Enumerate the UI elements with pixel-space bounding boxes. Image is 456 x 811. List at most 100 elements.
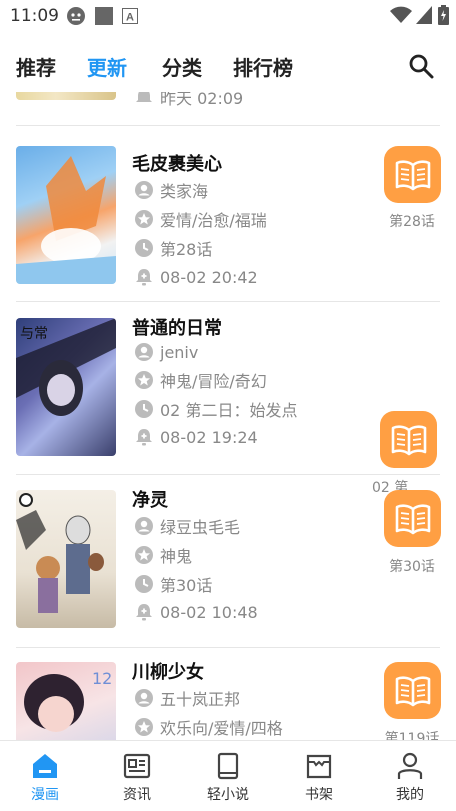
svg-text:与常: 与常	[20, 326, 48, 342]
shelf-icon	[306, 754, 332, 779]
genre-tags: 爱情/治愈/福瑞	[160, 211, 267, 230]
nav-label: 资讯	[123, 787, 151, 803]
cover-image-partial	[16, 92, 116, 100]
list-item[interactable]: 与常 普通的日常 jeniv 神鬼/冒险/奇幻 02 第二日：始发点 08-02…	[0, 300, 456, 496]
book-icon	[217, 752, 239, 780]
bell-icon	[136, 92, 152, 102]
person-icon	[135, 343, 153, 361]
user-icon	[397, 752, 423, 779]
square-notification-icon	[95, 7, 113, 25]
star-icon	[135, 210, 153, 228]
tab-rankings[interactable]: 排行榜	[233, 52, 293, 81]
list-item-partial[interactable]: 昨天 02:09	[0, 92, 456, 112]
read-button[interactable]	[380, 411, 437, 468]
nav-bookshelf[interactable]: 书架	[281, 741, 357, 811]
genre-tags: 神鬼/冒险/奇幻	[160, 372, 267, 391]
genre-tags: 神鬼	[160, 547, 193, 566]
tags-row: 神鬼/冒险/奇幻	[134, 369, 267, 391]
battery-icon	[438, 5, 449, 25]
read-button-chapter[interactable]: 第30话	[372, 556, 452, 576]
update-time: 08-02 19:24	[160, 427, 258, 447]
divider	[16, 125, 440, 126]
list-item[interactable]: 毛皮裹美心 类家海 爱情/治愈/福瑞 第28话 08-02 20:42 第28话	[0, 128, 456, 298]
status-time: 11:09	[10, 6, 59, 26]
nav-light-novel[interactable]: 轻小说	[190, 741, 266, 811]
comic-title[interactable]: 川柳少女	[132, 658, 204, 684]
news-icon	[123, 753, 151, 779]
update-time: 08-02 10:48	[160, 602, 258, 622]
updated-row: 08-02 10:48	[134, 601, 258, 623]
tags-row: 神鬼	[134, 544, 192, 566]
search-icon[interactable]	[408, 53, 434, 79]
latest-chapter: 第30话	[160, 576, 213, 595]
star-icon	[135, 718, 153, 736]
comic-title[interactable]: 普通的日常	[132, 314, 222, 340]
author-name: 绿豆虫毛毛	[160, 518, 241, 537]
tab-updates[interactable]: 更新	[87, 52, 127, 81]
read-button[interactable]	[384, 662, 441, 719]
open-book-icon	[395, 503, 430, 534]
update-time: 08-02 20:42	[160, 267, 258, 287]
update-time: 昨天 02:09	[160, 92, 244, 108]
latest-chapter: 第28话	[160, 240, 213, 259]
nav-label: 书架	[305, 787, 333, 803]
updated-row: 08-02 20:42	[134, 266, 258, 288]
person-icon	[135, 517, 153, 535]
android-debug-icon	[67, 7, 85, 25]
author-row: 绿豆虫毛毛	[134, 515, 240, 537]
nav-profile[interactable]: 我的	[372, 741, 448, 811]
cover-image[interactable]: 与常	[16, 318, 116, 456]
clock-icon	[135, 575, 153, 593]
tags-row: 欢乐向/爱情/四格	[134, 716, 283, 738]
read-button[interactable]	[384, 490, 441, 547]
update-feed[interactable]: 昨天 02:09 毛皮裹美心 类家海 爱情/治愈/福瑞 第28话 08-02 2	[0, 92, 456, 740]
cover-image[interactable]	[16, 490, 116, 628]
keyboard-a-icon: A	[122, 8, 138, 24]
read-button[interactable]	[384, 146, 441, 203]
comic-title[interactable]: 毛皮裹美心	[132, 150, 222, 176]
star-icon	[135, 546, 153, 564]
home-icon	[33, 754, 57, 778]
clock-icon	[135, 400, 153, 418]
author-name: 类家海	[160, 182, 209, 201]
tab-categories[interactable]: 分类	[162, 52, 202, 81]
author-row: jeniv	[134, 341, 198, 363]
nav-news[interactable]: 资讯	[99, 741, 175, 811]
author-row: 五十岚正邦	[134, 687, 240, 709]
open-book-icon	[391, 424, 426, 455]
svg-text:12: 12	[92, 669, 112, 688]
nav-comics[interactable]: 漫画	[7, 741, 83, 811]
bell-icon	[136, 269, 152, 286]
nav-label: 轻小说	[207, 787, 249, 803]
author-row: 类家海	[134, 179, 208, 201]
nav-label: 漫画	[31, 787, 59, 803]
bell-icon	[136, 604, 152, 621]
status-bar: 11:09 A	[0, 0, 456, 32]
chapter-row: 02 第二日：始发点	[134, 398, 297, 420]
author-name: jeniv	[160, 342, 199, 362]
tags-row: 爱情/治愈/福瑞	[134, 208, 267, 230]
open-book-icon	[395, 159, 430, 190]
bell-icon	[136, 429, 152, 446]
tab-recommend[interactable]: 推荐	[16, 52, 56, 81]
genre-tags: 欢乐向/爱情/四格	[160, 719, 283, 738]
read-button-chapter[interactable]: 第28话	[372, 211, 452, 231]
list-item[interactable]: 12 川柳少女 五十岚正邦 欢乐向/爱情/四格 第119话	[0, 644, 456, 740]
nav-label: 我的	[396, 787, 424, 803]
chapter-row: 第28话	[134, 237, 212, 259]
cover-image[interactable]	[16, 146, 116, 284]
svg-text:A: A	[126, 12, 134, 24]
wifi-icon	[390, 6, 412, 23]
cover-image[interactable]: 12	[16, 662, 116, 740]
list-item[interactable]: 净灵 绿豆虫毛毛 神鬼 第30话 08-02 10:48 第30话	[0, 472, 456, 642]
open-book-icon	[395, 675, 430, 706]
updated-row: 08-02 19:24	[134, 426, 258, 448]
chapter-row: 第30话	[134, 573, 212, 595]
person-icon	[135, 689, 153, 707]
comic-title[interactable]: 净灵	[132, 486, 168, 512]
clock-icon	[135, 239, 153, 257]
read-button-chapter[interactable]: 第119话	[372, 728, 452, 740]
person-icon	[135, 181, 153, 199]
latest-chapter: 02 第二日：始发点	[160, 401, 298, 420]
signal-icon	[416, 6, 432, 24]
